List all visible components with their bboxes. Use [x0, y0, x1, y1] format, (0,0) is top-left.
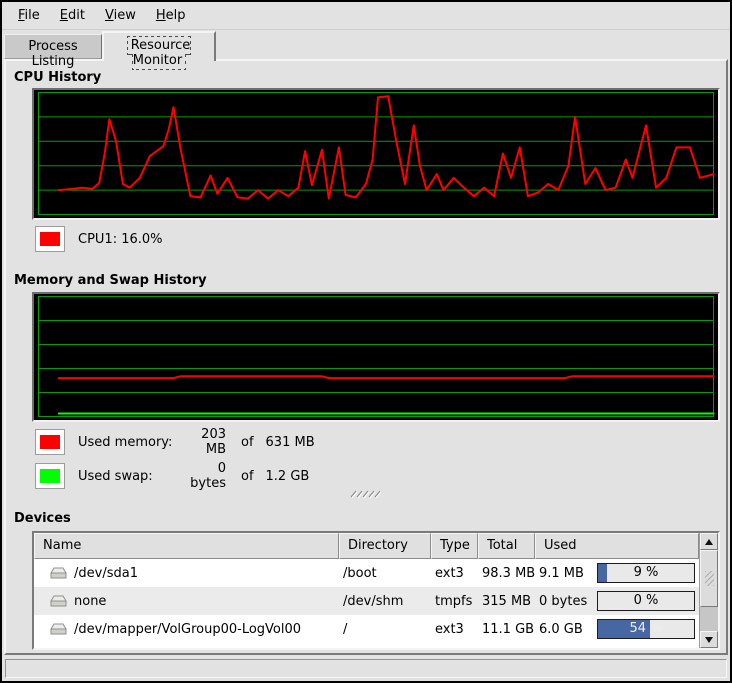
- cpu-history-graph: [32, 88, 720, 220]
- tab-process-listing-label: Process Listing: [28, 39, 77, 69]
- cpu-color-swatch-button[interactable]: [35, 226, 65, 252]
- cpu-color-swatch: [40, 232, 60, 246]
- devices-title: Devices: [14, 511, 71, 526]
- swap-color-swatch: [40, 469, 60, 483]
- disk-icon: [50, 595, 67, 608]
- device-name: none: [74, 594, 106, 609]
- scrollbar-up-button[interactable]: [700, 533, 718, 550]
- device-name: /dev/mapper/VolGroup00-LogVol00: [74, 622, 301, 637]
- swap-used-value: 0 bytes: [178, 461, 226, 491]
- swap-of-text: of: [241, 469, 254, 484]
- device-total: 11.1 GB: [478, 622, 535, 637]
- menu-help[interactable]: Help: [146, 4, 196, 27]
- memory-used-value: 203 MB: [178, 427, 226, 457]
- memory-color-swatch: [40, 435, 60, 449]
- scrollbar-grip-icon: [705, 571, 714, 586]
- disk-icon: [50, 567, 67, 580]
- arrow-down-icon: [705, 637, 713, 643]
- device-name: /dev/sda1: [74, 566, 138, 581]
- device-row-dev-sda1[interactable]: /dev/sda1 /boot ext3 98.3 MB 9.1 MB 9 %: [34, 559, 699, 587]
- pane-resize-handle[interactable]: [6, 489, 726, 499]
- cpu-graph-canvas: [34, 90, 718, 218]
- menu-file[interactable]: File: [8, 4, 50, 27]
- memory-of-text: of: [241, 435, 254, 450]
- swap-legend: Used swap: 0 bytes of 1.2 GB: [35, 463, 309, 489]
- resource-monitor-page: CPU History CPU1: 16.0% Memory and Swap …: [4, 59, 728, 655]
- devices-table-main: Name Directory Type Total Used /dev/sda1: [34, 533, 699, 648]
- column-header-directory[interactable]: Directory: [339, 533, 431, 559]
- status-bar: [5, 659, 727, 678]
- tab-process-listing[interactable]: Process Listing: [4, 34, 102, 59]
- device-used-progressbar: 54 %: [597, 619, 695, 639]
- device-used: 6.0 GB: [539, 622, 583, 637]
- cpu-legend: CPU1: 16.0%: [35, 226, 163, 252]
- cpu-history-title: CPU History: [14, 70, 101, 85]
- column-header-used[interactable]: Used: [535, 533, 699, 559]
- cpu-legend-label: CPU1: 16.0%: [78, 232, 163, 247]
- device-used-progressbar: 0 %: [597, 591, 695, 611]
- memory-history-title: Memory and Swap History: [14, 273, 207, 288]
- devices-table-header: Name Directory Type Total Used: [34, 533, 699, 559]
- tab-bar: Process Listing Resource Monitor: [2, 30, 730, 61]
- scrollbar-trough[interactable]: [700, 607, 718, 631]
- device-type: tmpfs: [431, 594, 478, 609]
- column-header-name[interactable]: Name: [34, 533, 339, 559]
- menubar: File Edit View Help: [2, 2, 730, 30]
- device-used-progressbar: 9 %: [597, 563, 695, 583]
- swap-color-swatch-button[interactable]: [35, 463, 65, 489]
- menu-view[interactable]: View: [95, 4, 146, 27]
- scrollbar-thumb[interactable]: [700, 550, 718, 607]
- memory-color-swatch-button[interactable]: [35, 429, 65, 455]
- device-total: 98.3 MB: [478, 566, 535, 581]
- memory-legend-label: Used memory:: [78, 435, 178, 450]
- tab-resource-monitor[interactable]: Resource Monitor: [102, 31, 216, 61]
- device-used: 9.1 MB: [539, 566, 584, 581]
- progressbar-label: 54 %: [598, 621, 694, 636]
- device-type: ext3: [431, 566, 478, 581]
- disk-icon: [50, 623, 67, 636]
- memory-graph-canvas: [34, 294, 718, 420]
- memory-history-graph: [32, 292, 720, 422]
- device-directory: /dev/shm: [339, 594, 431, 609]
- swap-total-value: 1.2 GB: [266, 469, 310, 484]
- column-header-total[interactable]: Total: [478, 533, 535, 559]
- tab-resource-monitor-label: Resource Monitor: [128, 37, 191, 69]
- memory-total-value: 631 MB: [266, 435, 315, 450]
- scrollbar-down-button[interactable]: [700, 631, 718, 648]
- progressbar-label: 0 %: [598, 593, 694, 608]
- app-window: File Edit View Help Process Listing Reso…: [0, 0, 732, 683]
- device-directory: /: [339, 622, 431, 637]
- devices-scrollbar: [699, 533, 718, 648]
- arrow-up-icon: [705, 539, 713, 545]
- device-row-volgroup[interactable]: /dev/mapper/VolGroup00-LogVol00 / ext3 1…: [34, 615, 699, 643]
- menu-edit[interactable]: Edit: [50, 4, 95, 27]
- device-row-none[interactable]: none /dev/shm tmpfs 315 MB 0 bytes 0 %: [34, 587, 699, 615]
- progressbar-label: 9 %: [598, 565, 694, 580]
- device-used: 0 bytes: [539, 594, 587, 609]
- memory-legend: Used memory: 203 MB of 631 MB: [35, 429, 315, 455]
- pane-grip-icon: [349, 489, 383, 499]
- device-type: ext3: [431, 622, 478, 637]
- device-directory: /boot: [339, 566, 431, 581]
- column-header-type[interactable]: Type: [431, 533, 478, 559]
- devices-table: Name Directory Type Total Used /dev/sda1: [32, 531, 720, 650]
- swap-legend-label: Used swap:: [78, 469, 178, 484]
- device-total: 315 MB: [478, 594, 535, 609]
